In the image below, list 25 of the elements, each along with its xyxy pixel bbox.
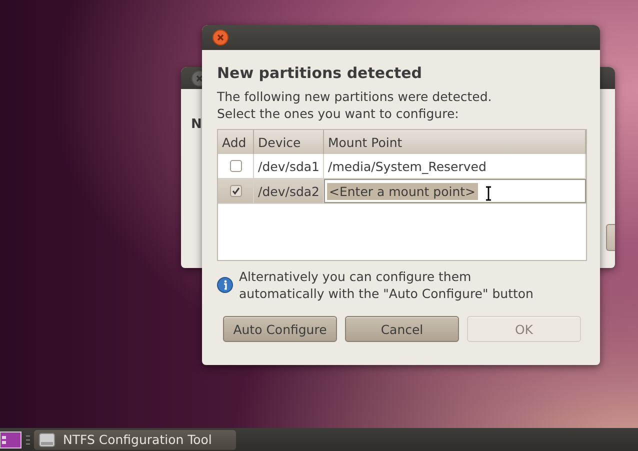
dialog-button[interactable]: Cancel bbox=[345, 316, 459, 342]
window-heading: N bbox=[191, 117, 202, 132]
column-header[interactable]: Add bbox=[218, 130, 254, 154]
checkbox[interactable] bbox=[230, 160, 242, 172]
table-cell: /dev/sda1 bbox=[254, 154, 324, 178]
column-header[interactable]: Mount Point bbox=[324, 130, 586, 154]
description-text: Select the ones you want to configure: bbox=[217, 105, 460, 122]
description-text: The following new partitions were detected. bbox=[217, 88, 493, 105]
taskbar-label: NTFS Configuration Tool bbox=[63, 432, 212, 447]
show-desktop-icon[interactable] bbox=[0, 430, 22, 448]
drive-icon bbox=[39, 432, 55, 446]
grip-icon bbox=[25, 434, 31, 446]
checkbox[interactable] bbox=[230, 185, 242, 197]
table-row[interactable]: /dev/sda1 /media/System_Reserved bbox=[218, 154, 586, 179]
column-header[interactable]: Device bbox=[254, 130, 324, 154]
table-row[interactable]: /dev/sda2 <Enter a mount point> bbox=[218, 179, 586, 204]
text-cursor-icon bbox=[485, 186, 492, 201]
dialog-button[interactable]: Auto Configure bbox=[223, 316, 337, 342]
mount-point-field[interactable]: <Enter a mount point> bbox=[324, 179, 586, 203]
table-cell: /media/System_Reserved bbox=[324, 154, 586, 178]
info-text: automatically with the "Auto Configure" button bbox=[239, 285, 534, 302]
info-icon bbox=[217, 277, 233, 293]
dialog-heading: New partitions detected bbox=[217, 64, 424, 82]
info-text: Alternatively you can configure them bbox=[239, 268, 472, 285]
taskbar-window-button[interactable]: NTFS Configuration Tool bbox=[34, 430, 236, 450]
